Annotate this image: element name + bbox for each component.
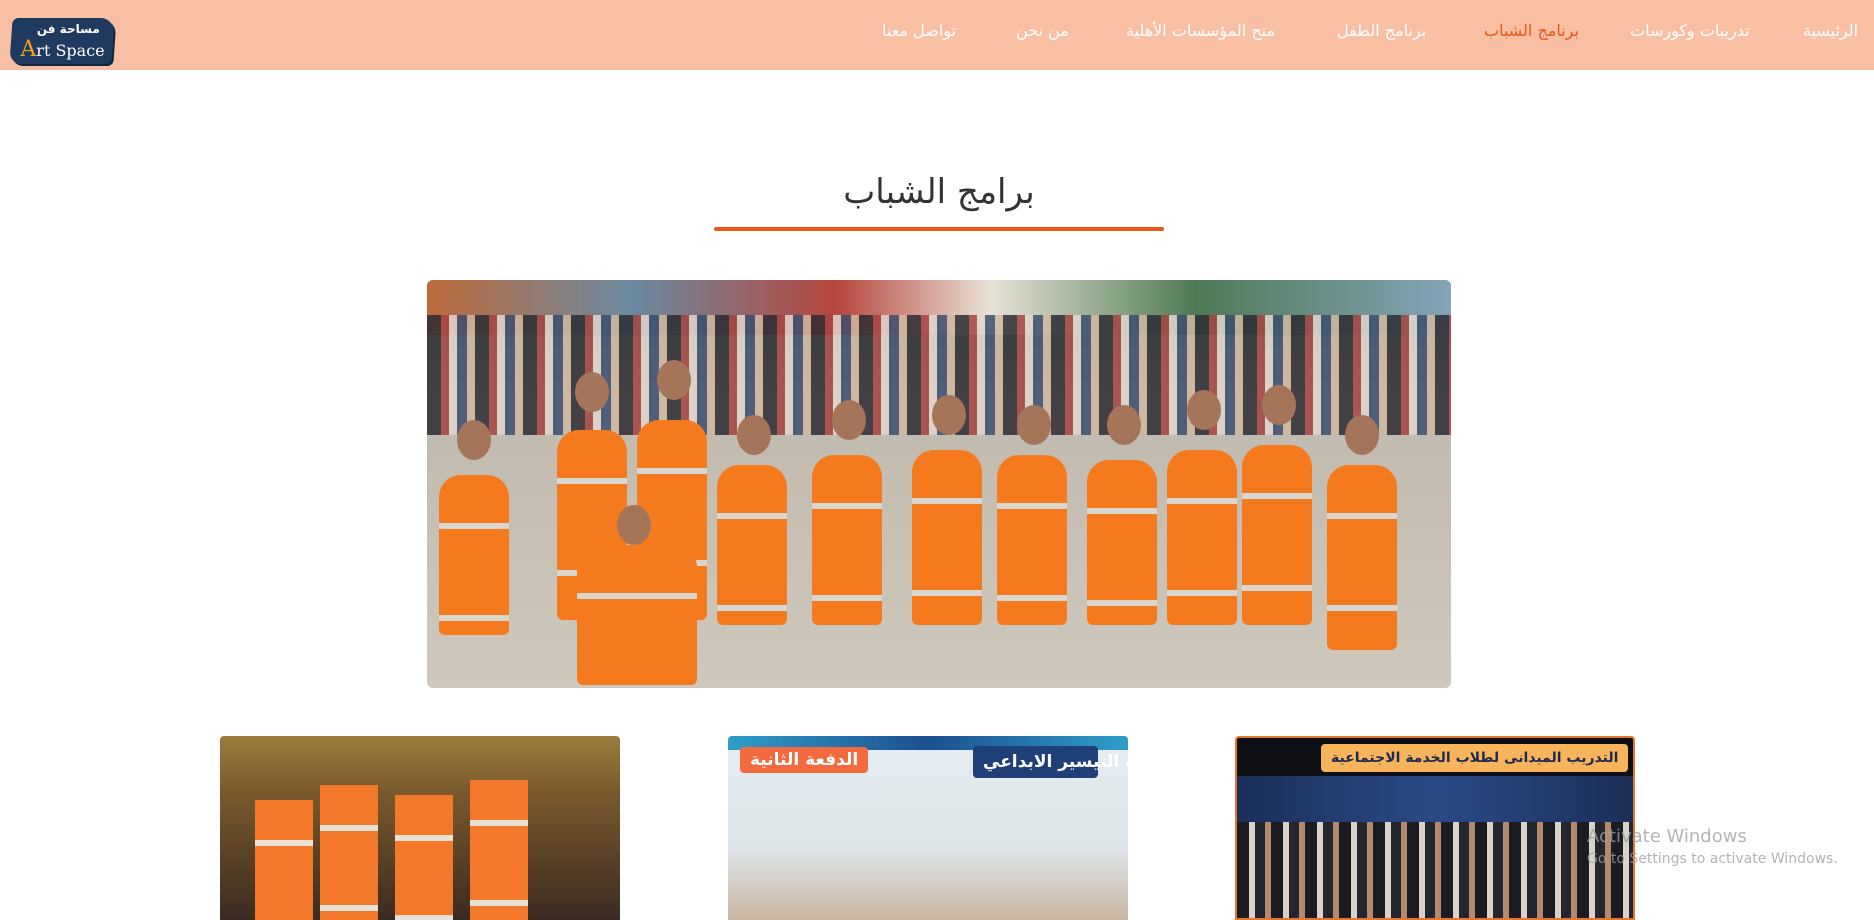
top-navbar: مساحة فن Art Space الرئيسية تدريبات وكور… bbox=[0, 0, 1874, 70]
hero-photo-face bbox=[1017, 405, 1051, 445]
hero-photo-face bbox=[1345, 415, 1379, 455]
nav-item-home[interactable]: الرئيسية bbox=[1803, 21, 1858, 40]
hero-photo-face bbox=[617, 505, 651, 545]
card-tag-field-training: التدريب الميدانى لطلاب الخدمة الاجتماعية bbox=[1321, 744, 1629, 772]
hero-photo-face bbox=[575, 372, 609, 412]
card-tag-second-batch: الدفعة الثانية bbox=[740, 747, 869, 773]
card-photo-group bbox=[1237, 822, 1633, 918]
hero-photo-person bbox=[1327, 465, 1397, 650]
hero-photo-face bbox=[1187, 390, 1221, 430]
card-photo-person bbox=[255, 800, 313, 920]
hero-photo-face bbox=[737, 415, 771, 455]
hero-photo-person bbox=[1087, 460, 1157, 625]
gallery-card-volunteers[interactable] bbox=[220, 736, 620, 920]
card-tag-creative-facilitation: تدريب التيسير الابداعي bbox=[973, 746, 1128, 778]
card-photo-stage bbox=[1237, 776, 1633, 826]
title-underline bbox=[714, 227, 1164, 231]
nav-item-child-program[interactable]: برنامج الطفل bbox=[1337, 21, 1426, 40]
hero-photo-person bbox=[1242, 445, 1312, 625]
nav-item-youth-program[interactable]: برنامج الشباب bbox=[1484, 21, 1579, 40]
hero-photo-person bbox=[997, 455, 1067, 625]
logo-latin-text: Art Space bbox=[20, 37, 105, 62]
page-title: برامج الشباب bbox=[843, 172, 1035, 212]
watermark-title: Activate Windows bbox=[1587, 826, 1747, 847]
hero-photo bbox=[427, 280, 1451, 688]
watermark-subtitle: Go to Settings to activate Windows. bbox=[1587, 851, 1838, 867]
nav-item-about[interactable]: من نحن bbox=[1016, 21, 1069, 40]
card-photo-person bbox=[320, 785, 378, 920]
windows-activation-watermark: Activate Windows Go to Settings to activ… bbox=[1587, 826, 1838, 867]
card-photo-person bbox=[470, 780, 528, 920]
hero-photo-person bbox=[439, 475, 509, 635]
hero-photo-face bbox=[832, 400, 866, 440]
gallery-card-facilitation-training[interactable]: الدفعة الثانية تدريب التيسير الابداعي bbox=[728, 736, 1128, 920]
hero-photo-person bbox=[812, 455, 882, 625]
nav-item-courses[interactable]: تدريبات وكورسات bbox=[1630, 21, 1750, 40]
card-photo-person bbox=[395, 795, 453, 920]
hero-photo-person bbox=[912, 450, 982, 625]
art-space-logo[interactable]: مساحة فن Art Space bbox=[9, 18, 115, 64]
gallery-card-field-training[interactable]: التدريب الميدانى لطلاب الخدمة الاجتماعية bbox=[1235, 736, 1635, 920]
hero-photo-face bbox=[1262, 385, 1296, 425]
hero-photo-face bbox=[457, 420, 491, 460]
hero-photo-face bbox=[932, 395, 966, 435]
hero-photo-person bbox=[577, 545, 697, 685]
hero-photo-person bbox=[1167, 450, 1237, 625]
nav-item-contact[interactable]: تواصل معنا bbox=[882, 21, 956, 40]
hero-photo-face bbox=[1107, 405, 1141, 445]
logo-arabic-text: مساحة فن bbox=[36, 22, 100, 36]
hero-photo-face bbox=[657, 360, 691, 400]
nav-item-ngo-grants[interactable]: منح المؤسسات الأهلية bbox=[1126, 21, 1275, 40]
hero-photo-person bbox=[717, 465, 787, 625]
